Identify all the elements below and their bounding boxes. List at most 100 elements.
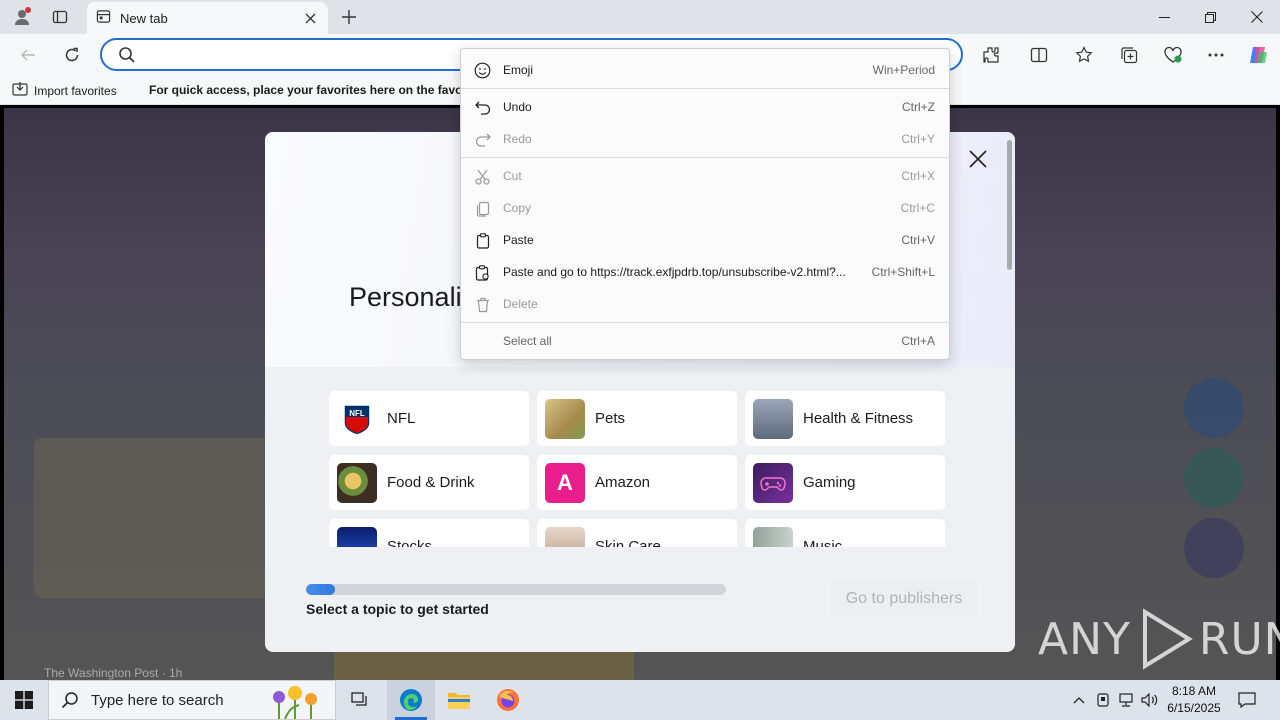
new-tab-button[interactable] (338, 6, 360, 28)
play-logo-icon (1142, 608, 1193, 670)
watermark-text-right: RUN (1198, 613, 1280, 665)
cut-icon (474, 168, 491, 185)
menu-separator (461, 88, 949, 89)
topic-health-fitness[interactable]: Health & Fitness (745, 391, 945, 446)
close-icon[interactable] (965, 146, 991, 172)
search-icon (118, 46, 136, 67)
topic-skin-care[interactable]: Skin Care (537, 519, 737, 547)
topic-progress-fill (306, 584, 336, 595)
firefox-icon[interactable] (484, 680, 532, 720)
topic-label: Gaming (803, 474, 856, 491)
paste-icon (474, 232, 491, 249)
menu-item-select-all[interactable]: Select all Ctrl+A (461, 326, 949, 356)
go-to-publishers-button[interactable]: Go to publishers (831, 580, 977, 618)
menu-item-undo[interactable]: Undo Ctrl+Z (461, 92, 949, 122)
tab-title: New tab (120, 10, 168, 26)
windows-start-icon[interactable] (0, 680, 48, 720)
topic-label: Health & Fitness (803, 410, 914, 427)
menu-item-redo[interactable]: Redo Ctrl+Y (461, 124, 949, 154)
copilot-icon[interactable] (1245, 42, 1271, 68)
topic-food-drink[interactable]: Food & Drink (329, 455, 529, 510)
task-view-icon[interactable] (336, 680, 384, 720)
import-icon (12, 82, 28, 100)
menu-item-cut[interactable]: Cut Ctrl+X (461, 161, 949, 191)
menu-item-label: Delete (503, 297, 538, 311)
topic-stocks[interactable]: Stocks (329, 519, 529, 547)
topic-label: Music (803, 538, 843, 547)
menu-item-label: Paste (503, 233, 534, 247)
topic-grid: NFL NFL Pets Health & Fitness Food & Dri… (329, 391, 949, 547)
topic-pets[interactable]: Pets (537, 391, 737, 446)
watermark-text-left: ANY (1038, 613, 1131, 665)
restore-button[interactable] (1187, 4, 1233, 30)
flowers-illustration-icon (265, 685, 329, 720)
back-button[interactable] (14, 41, 42, 69)
menu-item-label: Emoji (503, 63, 534, 77)
menu-item-copy[interactable]: Copy Ctrl+C (461, 193, 949, 223)
notifications-icon[interactable] (1236, 689, 1258, 711)
tab-new-tab[interactable]: New tab (87, 2, 328, 34)
favorites-bar-message: For quick access, place your favorites h… (149, 83, 482, 97)
select-topic-prompt: Select a topic to get started (306, 601, 489, 617)
taskbar-search-box[interactable]: Type here to search (48, 680, 336, 720)
background-avatar (1184, 518, 1244, 578)
topic-label: Stocks (387, 538, 433, 547)
menu-item-shortcut: Ctrl+X (901, 169, 935, 183)
menu-item-shortcut: Win+Period (872, 63, 935, 77)
chevron-up-icon[interactable] (1069, 690, 1089, 710)
topic-label: Food & Drink (387, 474, 475, 491)
paste-and-go-icon (474, 264, 491, 281)
menu-item-paste[interactable]: Paste Ctrl+V (461, 225, 949, 255)
close-window-button[interactable] (1234, 4, 1280, 30)
taskbar-clock[interactable]: 8:18 AM 6/15/2025 (1160, 683, 1228, 717)
food-image (337, 462, 377, 503)
menu-item-shortcut: Ctrl+Z (902, 100, 935, 114)
menu-item-label: Select all (503, 334, 552, 348)
network-icon[interactable] (1116, 690, 1136, 710)
title-bar: New tab (0, 0, 1280, 34)
menu-item-delete[interactable]: Delete (461, 289, 949, 319)
copy-icon (474, 200, 491, 217)
topic-amazon[interactable]: A Amazon (537, 455, 737, 510)
menu-item-label: Copy (503, 201, 532, 215)
stocks-image (337, 526, 377, 547)
menu-item-paste-and-go[interactable]: Paste and go to https://track.exfjpdrb.t… (461, 257, 949, 287)
topic-music[interactable]: Music (745, 519, 945, 547)
menu-item-shortcut: Ctrl+V (901, 233, 935, 247)
refresh-button[interactable] (58, 41, 86, 69)
new-tab-page-icon (96, 9, 111, 27)
background-avatar (1184, 378, 1244, 438)
topic-gaming[interactable]: Gaming (745, 455, 945, 510)
amazon-logo-icon: A (545, 462, 585, 503)
more-options-icon[interactable] (1203, 42, 1229, 68)
anyrun-watermark: ANY RUN (1038, 608, 1280, 670)
menu-item-shortcut: Ctrl+Y (901, 132, 935, 146)
profile-icon[interactable] (10, 6, 34, 28)
browser-essentials-icon[interactable] (1160, 42, 1186, 68)
edge-taskbar-icon[interactable] (387, 680, 435, 720)
close-tab-icon[interactable] (300, 8, 320, 28)
device-icon[interactable] (1093, 690, 1113, 710)
collections-icon[interactable] (1116, 42, 1142, 68)
taskbar-search-placeholder: Type here to search (91, 691, 224, 709)
import-favorites-button[interactable]: Import favorites (12, 82, 117, 100)
fitness-image (753, 398, 793, 439)
favorites-star-icon[interactable] (1071, 42, 1097, 68)
split-screen-icon[interactable] (1026, 42, 1052, 68)
address-input[interactable] (142, 44, 442, 66)
volume-icon[interactable] (1140, 690, 1160, 710)
dialog-title: Personali (349, 282, 462, 312)
background-card (334, 648, 634, 680)
menu-item-label: Undo (503, 100, 532, 114)
extensions-icon[interactable] (978, 42, 1004, 68)
tab-actions-icon[interactable] (48, 6, 72, 28)
clock-date: 6/15/2025 (1167, 701, 1221, 715)
dialog-scrollbar[interactable] (1007, 140, 1012, 270)
menu-item-emoji[interactable]: Emoji Win+Period (461, 55, 949, 85)
skincare-image (545, 526, 585, 547)
menu-item-label: Cut (503, 169, 522, 183)
topic-nfl[interactable]: NFL NFL (329, 391, 529, 446)
file-explorer-icon[interactable] (435, 680, 483, 720)
minimize-button[interactable] (1141, 4, 1187, 30)
import-favorites-label: Import favorites (34, 84, 117, 98)
